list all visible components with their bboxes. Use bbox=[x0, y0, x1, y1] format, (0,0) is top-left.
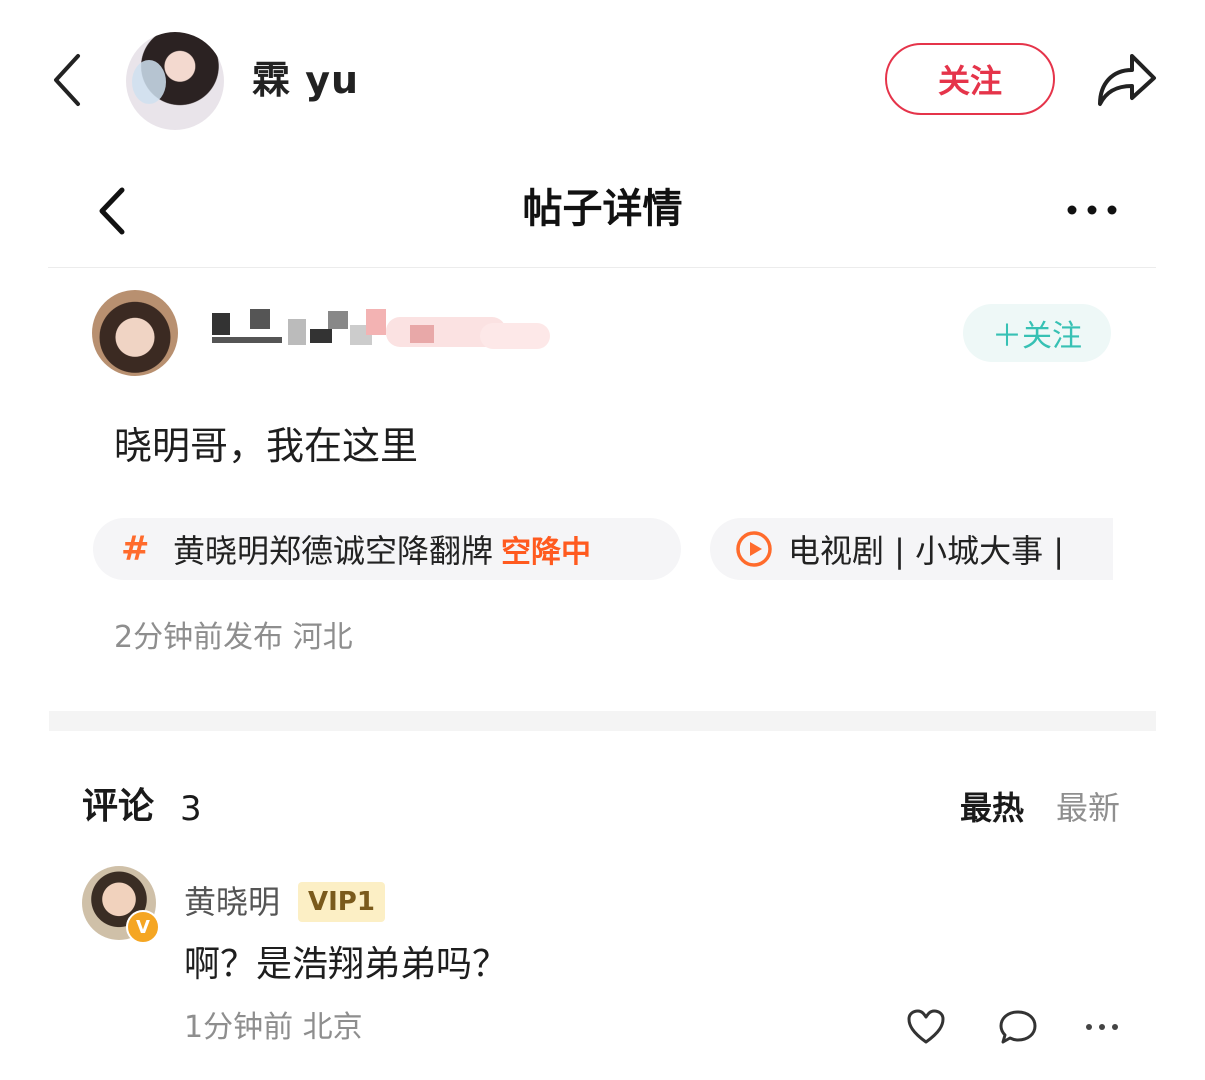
back-icon[interactable] bbox=[48, 50, 88, 110]
comment-author[interactable]: 黄晓明 bbox=[184, 880, 280, 924]
sort-new-tab[interactable]: 最新 bbox=[1056, 785, 1120, 831]
follow-button[interactable]: ＋关注 bbox=[963, 304, 1111, 362]
follow-button[interactable]: 关注 bbox=[885, 43, 1055, 115]
username[interactable]: 霖 yu bbox=[252, 56, 359, 104]
avatar[interactable] bbox=[126, 32, 224, 130]
avatar[interactable] bbox=[92, 290, 178, 376]
sort-hot-tab[interactable]: 最热 bbox=[960, 785, 1024, 831]
play-circle-icon bbox=[736, 531, 772, 567]
post-meta: 2分钟前发布 河北 bbox=[114, 620, 353, 655]
hash-icon: # bbox=[121, 529, 150, 569]
more-icon[interactable] bbox=[1084, 1020, 1120, 1034]
comments-count: 3 bbox=[180, 789, 202, 829]
comments-title: 评论 bbox=[82, 786, 155, 827]
section-divider bbox=[49, 711, 1156, 731]
masked-username bbox=[210, 305, 560, 353]
share-icon[interactable] bbox=[1094, 48, 1158, 108]
post-text: 晓明哥，我在这里 bbox=[114, 424, 419, 468]
topic-tag[interactable]: # 黄晓明郑德诚空降翻牌 空降中 bbox=[93, 518, 681, 580]
topic-tag-label: 黄晓明郑德诚空降翻牌 bbox=[173, 532, 494, 570]
topic-tag-badge: 空降中 bbox=[501, 535, 592, 570]
comment-text: 啊？是浩翔弟弟吗？ bbox=[184, 944, 509, 985]
drama-tag[interactable]: 电视剧 | 小城大事 | bbox=[710, 518, 1113, 580]
comment-icon[interactable] bbox=[998, 1008, 1038, 1046]
vip-badge: VIP1 bbox=[298, 882, 385, 922]
page-title: 帖子详情 bbox=[522, 186, 683, 232]
comment-meta: 1分钟前 北京 bbox=[184, 1010, 363, 1045]
verified-badge-icon: V bbox=[126, 910, 160, 944]
divider bbox=[48, 267, 1156, 268]
drama-tag-label: 电视剧 | 小城大事 | bbox=[788, 532, 1065, 570]
more-icon[interactable] bbox=[1064, 198, 1120, 222]
heart-icon[interactable] bbox=[906, 1008, 946, 1046]
